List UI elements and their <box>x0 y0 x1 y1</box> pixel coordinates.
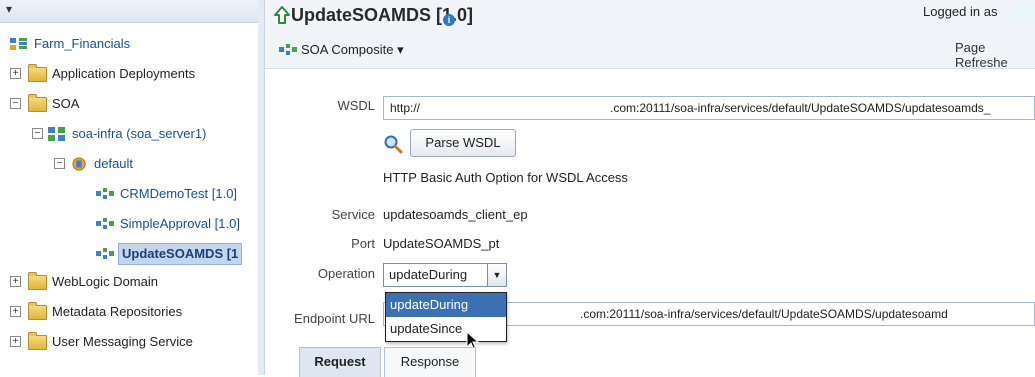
operation-selected-value: updateDuring <box>389 267 468 282</box>
up-arrow-icon[interactable] <box>273 5 291 25</box>
operation-dropdown-list: updateDuring updateSince <box>385 292 507 342</box>
folder-icon <box>28 64 47 82</box>
tab-response[interactable]: Response <box>384 347 476 377</box>
tree-label[interactable]: Application Deployments <box>52 62 195 86</box>
expand-icon[interactable]: + <box>10 336 21 347</box>
composite-icon <box>96 218 114 229</box>
expand-icon[interactable]: + <box>10 68 21 79</box>
server-icon <box>48 127 65 141</box>
tree-label[interactable]: soa-infra (soa_server1) <box>72 122 206 146</box>
partition-icon <box>72 157 86 171</box>
http-auth-link[interactable]: HTTP Basic Auth Option for WSDL Access <box>383 170 628 185</box>
tree-item-farm[interactable]: Farm_Financials <box>10 32 250 56</box>
tree-item-simpleapproval[interactable]: SimpleApproval [1.0] <box>96 212 256 236</box>
tree-item-soa[interactable]: − SOA <box>10 92 250 116</box>
collapse-icon[interactable]: − <box>54 158 65 169</box>
tree-label[interactable]: SOA <box>52 92 79 116</box>
tree-toolbar: ▾ <box>0 0 258 23</box>
parse-wsdl-button[interactable]: Parse WSDL <box>410 129 516 157</box>
folder-icon <box>28 272 47 290</box>
operation-option[interactable]: updateSince <box>386 317 506 341</box>
soa-composite-menu-label[interactable]: SOA Composite ▾ <box>301 42 404 57</box>
tree-item-crmdemotest[interactable]: CRMDemoTest [1.0] <box>96 182 256 206</box>
expand-icon[interactable]: + <box>10 306 21 317</box>
service-value: updatesoamds_client_ep <box>383 207 528 222</box>
endpoint-label: Endpoint URL <box>294 311 375 326</box>
tree-label[interactable]: WebLogic Domain <box>52 270 158 294</box>
operation-select[interactable]: updateDuring ▼ <box>383 263 507 287</box>
folder-icon <box>28 332 47 350</box>
composite-icon <box>96 188 114 199</box>
chevron-down-icon[interactable]: ▼ <box>487 264 506 286</box>
wsdl-input[interactable]: http:// .com:20111/soa-infra/services/def… <box>383 96 1035 120</box>
wsdl-label: WSDL <box>337 98 375 113</box>
navigation-tree: ▾ Farm_Financials + Application Deployme… <box>0 0 259 375</box>
soa-composite-menu[interactable]: SOA Composite ▾ <box>279 40 404 58</box>
tree-item-soa-infra[interactable]: − soa-infra (soa_server1) <box>32 122 252 146</box>
collapse-icon[interactable]: − <box>10 98 21 109</box>
wsdl-input-prefix: http:// <box>390 101 421 115</box>
tree-item-updatesoamds[interactable]: UpdateSOAMDS [1 <box>96 242 258 266</box>
tree-label[interactable]: default <box>94 152 133 176</box>
port-value: UpdateSOAMDS_pt <box>383 236 500 251</box>
farm-icon <box>10 38 27 50</box>
endpoint-url-suffix: .com:20111/soa-infra/services/default/Up… <box>580 307 948 321</box>
tree-label-selected[interactable]: UpdateSOAMDS [1 <box>118 243 243 265</box>
tree-item-app-deployments[interactable]: + Application Deployments <box>10 62 250 86</box>
tree-label[interactable]: SimpleApproval [1.0] <box>120 212 240 236</box>
tree-label[interactable]: CRMDemoTest [1.0] <box>120 182 237 206</box>
operation-option[interactable]: updateDuring <box>386 293 506 317</box>
tab-request[interactable]: Request <box>299 347 381 377</box>
composite-icon <box>96 248 114 259</box>
magnifier-icon <box>384 135 403 154</box>
tree-label[interactable]: User Messaging Service <box>52 330 193 354</box>
folder-icon <box>28 302 47 320</box>
tree-item-metadata[interactable]: + Metadata Repositories <box>10 300 250 324</box>
page-header: UpdateSOAMDS [1.0] i Logged in as SOA Co… <box>265 0 1035 70</box>
tree-item-default[interactable]: − default <box>54 152 254 176</box>
service-label: Service <box>331 207 375 222</box>
page-refresh-label[interactable]: Page Refreshe <box>955 40 1035 70</box>
info-icon[interactable]: i <box>443 14 455 26</box>
composite-icon <box>279 44 297 55</box>
tree-item-ums[interactable]: + User Messaging Service <box>10 330 250 354</box>
wsdl-input-suffix: .com:20111/soa-infra/services/default/Up… <box>610 101 991 115</box>
operation-label: Operation <box>317 266 375 281</box>
logged-in-label: Logged in as <box>923 4 998 19</box>
port-label: Port <box>351 236 375 251</box>
collapse-icon[interactable]: − <box>32 128 43 139</box>
tree-label-farm[interactable]: Farm_Financials <box>34 32 130 56</box>
main-panel: UpdateSOAMDS [1.0] i Logged in as SOA Co… <box>265 0 1035 377</box>
tree-item-weblogic[interactable]: + WebLogic Domain <box>10 270 250 294</box>
folder-icon <box>28 94 47 112</box>
tree-menu-dropdown[interactable]: ▾ <box>6 2 12 16</box>
expand-icon[interactable]: + <box>10 276 21 287</box>
user-name <box>1011 6 1035 22</box>
tree-label[interactable]: Metadata Repositories <box>52 300 182 324</box>
